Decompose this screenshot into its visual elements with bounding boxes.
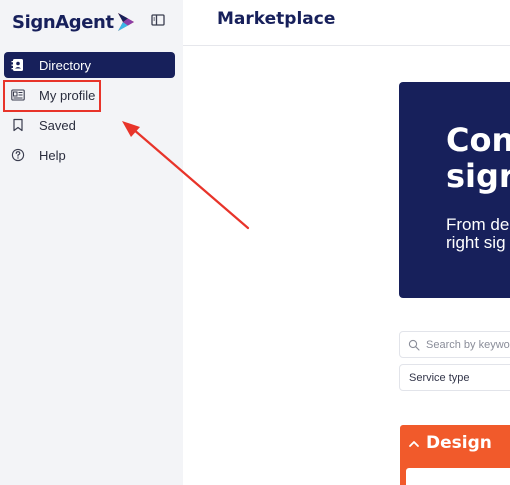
sidebar-item-saved[interactable]: Saved xyxy=(4,112,175,138)
category-content xyxy=(406,468,510,485)
search-input[interactable] xyxy=(426,338,510,351)
sidebar-item-directory[interactable]: Directory xyxy=(4,52,175,78)
chevron-up-icon[interactable] xyxy=(408,438,420,450)
help-circle-icon xyxy=(11,148,25,162)
hero-title-line: sigr xyxy=(446,157,510,195)
category-title: Design xyxy=(426,433,492,453)
hero-banner: Con sigr From de right sig xyxy=(399,82,510,298)
hero-title: Con sigr xyxy=(446,122,510,194)
sidebar-item-label: Directory xyxy=(39,57,92,73)
bookmark-icon xyxy=(11,118,25,132)
sidebar-toggle-icon xyxy=(151,14,165,26)
logo-text: SignAgent xyxy=(12,11,114,33)
hero-subtitle-line: From de xyxy=(446,215,510,234)
service-type-label: Service type xyxy=(409,371,470,384)
sidebar-toggle-button[interactable] xyxy=(150,12,166,28)
hero-subtitle-line: right sig xyxy=(446,233,506,252)
sidebar: SignAgent Directory My profile Saved Hel… xyxy=(0,0,183,485)
search-box[interactable] xyxy=(399,331,510,358)
sidebar-item-label: Help xyxy=(39,147,66,163)
contact-book-icon xyxy=(11,58,25,72)
category-card-design[interactable]: Design xyxy=(400,425,510,485)
hero-subtitle: From de right sig xyxy=(446,216,510,252)
logo-mark-icon xyxy=(117,13,134,31)
sidebar-item-label: Saved xyxy=(39,117,76,133)
top-bar: Marketplace xyxy=(183,0,510,46)
sidebar-item-help[interactable]: Help xyxy=(4,142,175,168)
logo[interactable]: SignAgent xyxy=(12,10,136,34)
page-title: Marketplace xyxy=(217,9,336,29)
service-type-select[interactable]: Service type xyxy=(399,364,510,391)
search-icon xyxy=(408,339,420,351)
hero-title-line: Con xyxy=(446,121,510,159)
annotation-highlight-box xyxy=(3,80,101,112)
